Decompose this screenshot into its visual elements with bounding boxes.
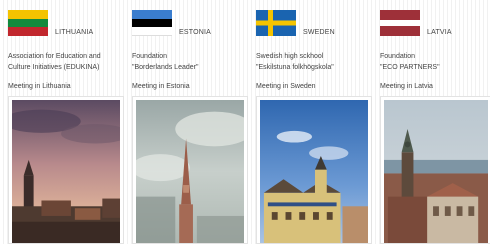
organization-type: Swedish high sckhool [256, 53, 324, 60]
meeting-photo-estonia[interactable] [132, 96, 248, 244]
organization-name: "Borderlands Leader" [132, 64, 199, 71]
country-label: SWEDEN [303, 29, 335, 36]
organization-name: "Eskilstuna folkhögskola" [256, 64, 334, 71]
riga-photo [384, 100, 488, 243]
partner-card-latvia: LATVIA Foundation "ECO PARTNERS" Meeting… [380, 0, 490, 244]
organization-type: Foundation [132, 53, 168, 60]
vilnius-photo [12, 100, 120, 243]
meeting-caption[interactable]: Meeting in Latvia [380, 83, 433, 90]
meeting-caption[interactable]: Meeting in Sweden [256, 83, 316, 90]
lithuania-flag-icon [8, 10, 48, 36]
partner-card-estonia: ESTONIA Foundation "Borderlands Leader" … [132, 0, 252, 244]
organization-type: Foundation [380, 53, 416, 60]
partner-card-sweden: SWEDEN Swedish high sckhool "Eskilstuna … [256, 0, 376, 244]
meeting-photo-latvia[interactable] [380, 96, 490, 244]
country-label: LITHUANIA [55, 29, 94, 36]
eskilstuna-photo [260, 100, 368, 243]
sweden-flag-icon [256, 10, 296, 36]
meeting-caption[interactable]: Meeting in Lithuania [8, 83, 71, 90]
partner-card-lithuania: LITHUANIA Association for Education and … [8, 0, 128, 244]
meeting-photo-lithuania[interactable] [8, 96, 124, 244]
country-label: ESTONIA [179, 29, 212, 36]
estonia-flag-icon [132, 10, 172, 36]
organization-name: "ECO PARTNERS" [380, 64, 440, 71]
meeting-photo-sweden[interactable] [256, 96, 372, 244]
meeting-caption[interactable]: Meeting in Estonia [132, 83, 190, 90]
tallinn-photo [136, 100, 244, 243]
latvia-flag-icon [380, 10, 420, 36]
organization-type: Association for Education and [8, 53, 101, 60]
organization-name: Culture Initiatives (EDUKINA) [8, 64, 100, 71]
partners-grid: LITHUANIA Association for Education and … [0, 0, 490, 244]
country-label: LATVIA [427, 29, 452, 36]
